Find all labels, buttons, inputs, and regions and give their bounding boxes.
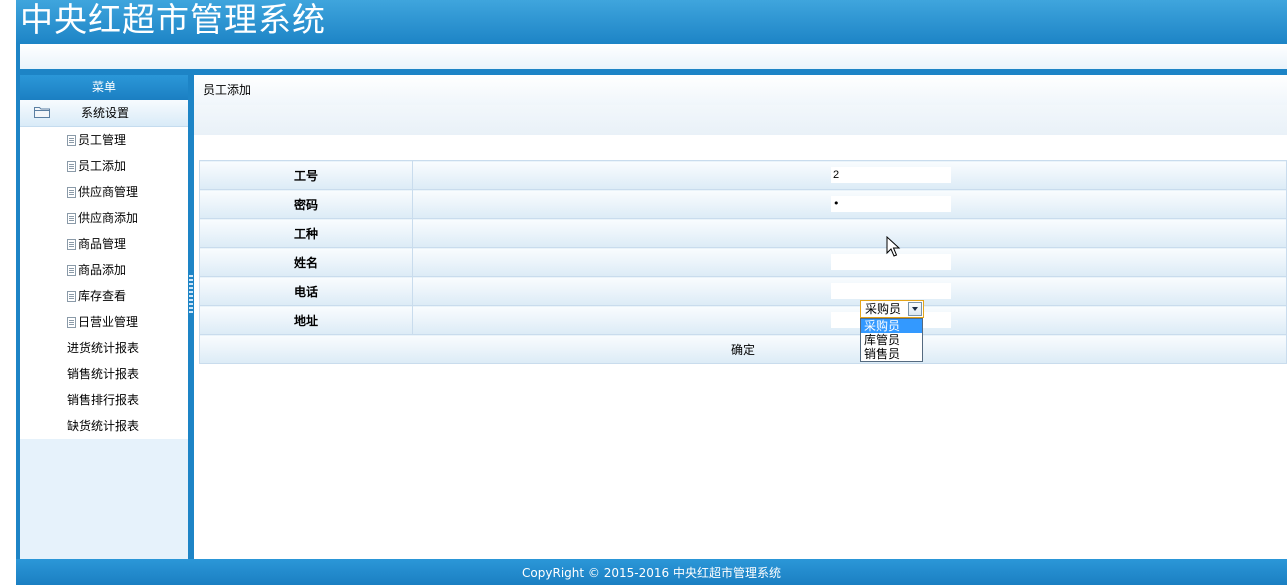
footer: CopyRight © 2015-2016 中央红超市管理系统: [16, 559, 1287, 585]
page-icon: [67, 213, 76, 224]
sidebar-item-label: 员工添加: [78, 159, 127, 173]
form-row-password: 密码 •: [199, 189, 1287, 219]
app-header: 中央红超市管理系统: [16, 0, 1287, 44]
sidebar-item-sales-report[interactable]: 销售统计报表: [20, 361, 188, 387]
sidebar-item-label: 销售统计报表: [67, 367, 140, 381]
sidebar-item-employee-add[interactable]: 员工添加: [20, 153, 188, 179]
form-row-id: 工号: [199, 160, 1287, 190]
password-input[interactable]: •: [831, 196, 951, 212]
sidebar-item-product-manage[interactable]: 商品管理: [20, 231, 188, 257]
job-type-dropdown: 采购员 库管员 销售员: [860, 318, 923, 362]
field-label: 地址: [199, 305, 413, 335]
sidebar-item-product-add[interactable]: 商品添加: [20, 257, 188, 283]
field-label: 电话: [199, 276, 413, 306]
form-row-address: 地址: [199, 305, 1287, 335]
toolbar-band: [16, 44, 1287, 75]
sidebar-item-purchase-report[interactable]: 进货统计报表: [20, 335, 188, 361]
breadcrumb-band: [194, 105, 1287, 135]
confirm-button[interactable]: 确定: [199, 334, 1287, 364]
page-icon: [67, 161, 76, 172]
job-type-selected: 采购员: [865, 302, 902, 316]
form-row-phone: 电话: [199, 276, 1287, 306]
field-label: 姓名: [199, 247, 413, 277]
sidebar-item-stock-view[interactable]: 库存查看: [20, 283, 188, 309]
sidebar-item-supplier-add[interactable]: 供应商添加: [20, 205, 188, 231]
chevron-down-icon[interactable]: [908, 302, 922, 316]
sidebar-item-supplier-manage[interactable]: 供应商管理: [20, 179, 188, 205]
form-row-submit: 确定: [199, 334, 1287, 364]
form-row-job: 工种: [199, 218, 1287, 248]
field-cell: •: [412, 189, 1287, 219]
page-icon: [67, 187, 76, 198]
sidebar-item-label: 缺货统计报表: [67, 419, 140, 433]
page-icon: [67, 135, 76, 146]
menu-list: 员工管理 员工添加 供应商管理 供应商添加 商品管理 商品添加 库存查看 日营业…: [20, 127, 188, 439]
sidebar-item-employee-manage[interactable]: 员工管理: [20, 127, 188, 153]
form-row-name: 姓名: [199, 247, 1287, 277]
field-cell: [412, 305, 1287, 335]
sidebar-item-shortage-report[interactable]: 缺货统计报表: [20, 413, 188, 439]
menu-group-system-settings[interactable]: 系统设置: [20, 100, 188, 127]
sidebar-item-label: 员工管理: [78, 133, 127, 147]
job-option-purchaser[interactable]: 采购员: [861, 319, 922, 333]
menu-header: 菜单: [20, 75, 188, 100]
sidebar-item-daily-business[interactable]: 日营业管理: [20, 309, 188, 335]
splitter-grip[interactable]: [189, 275, 193, 313]
app-title: 中央红超市管理系统: [20, 0, 326, 39]
job-type-select[interactable]: 采购员: [860, 300, 924, 318]
field-label: 工号: [199, 160, 413, 190]
field-cell: [412, 276, 1287, 306]
employee-id-input[interactable]: [831, 167, 951, 183]
page-icon: [67, 265, 76, 276]
sidebar-item-label: 商品添加: [78, 263, 127, 277]
main-content: 员工添加 工号 密码 • 工种 姓名 电话 地址 确定 采: [194, 75, 1287, 559]
field-cell: [412, 247, 1287, 277]
page-icon: [67, 291, 76, 302]
job-option-sales[interactable]: 销售员: [861, 347, 922, 361]
employee-form: 工号 密码 • 工种 姓名 电话 地址 确定: [199, 160, 1287, 364]
page-icon: [67, 239, 76, 250]
sidebar-item-label: 进货统计报表: [67, 341, 140, 355]
sidebar-item-label: 库存查看: [78, 289, 127, 303]
field-cell: [412, 160, 1287, 190]
field-label: 工种: [199, 218, 413, 248]
folder-icon: [34, 107, 50, 118]
sidebar-item-sales-ranking[interactable]: 销售排行报表: [20, 387, 188, 413]
breadcrumb: 员工添加: [194, 75, 1287, 105]
sidebar: 菜单 系统设置 员工管理 员工添加 供应商管理 供应商添加 商品管理 商品添加 …: [20, 75, 188, 559]
phone-input[interactable]: [831, 283, 951, 299]
field-cell: [412, 218, 1287, 248]
cursor-icon: [886, 236, 901, 257]
page-icon: [67, 317, 76, 328]
field-label: 密码: [199, 189, 413, 219]
job-option-warehouse[interactable]: 库管员: [861, 333, 922, 347]
sidebar-item-label: 日营业管理: [78, 315, 139, 329]
toolbar-strip: [20, 44, 1287, 69]
sidebar-item-label: 供应商管理: [78, 185, 139, 199]
sidebar-item-label: 供应商添加: [78, 211, 139, 225]
menu-group-label: 系统设置: [81, 106, 130, 120]
sidebar-item-label: 销售排行报表: [67, 393, 140, 407]
sidebar-item-label: 商品管理: [78, 237, 127, 251]
